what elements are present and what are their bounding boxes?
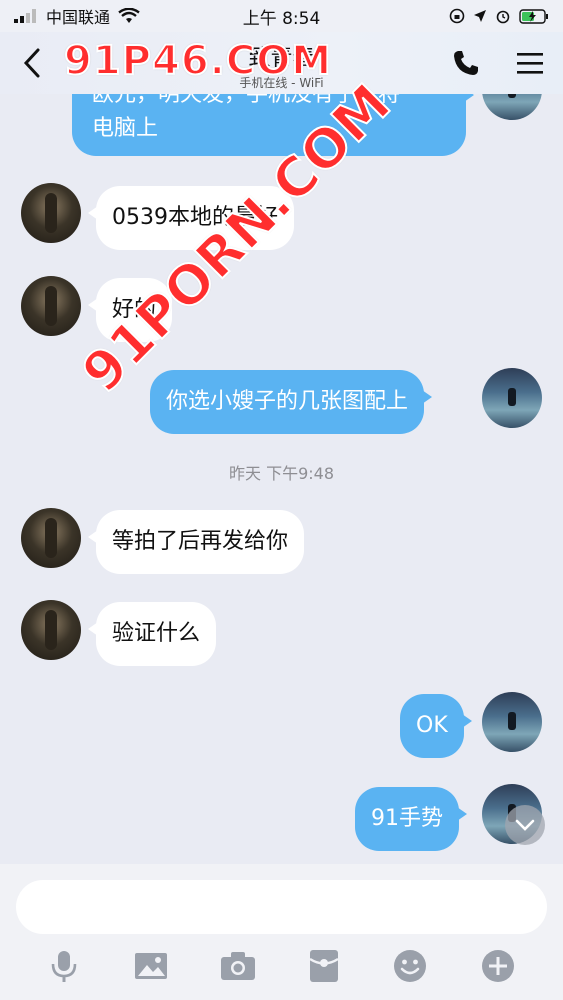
message-text: OK xyxy=(416,713,448,738)
chevron-down-icon xyxy=(515,819,535,831)
message-text: 你选小嫂子的几张图配上 xyxy=(166,389,409,414)
rotation-lock-icon xyxy=(449,8,465,24)
image-button[interactable] xyxy=(131,946,171,986)
contact-avatar[interactable] xyxy=(21,508,81,568)
location-icon xyxy=(474,10,486,22)
my-avatar[interactable] xyxy=(482,94,542,120)
emoji-icon xyxy=(394,950,426,982)
message-text: 91手势 xyxy=(371,806,443,831)
contact-avatar[interactable] xyxy=(21,600,81,660)
back-icon[interactable] xyxy=(18,46,46,80)
voice-button[interactable] xyxy=(44,946,84,986)
alarm-icon xyxy=(496,10,510,24)
message-bubble[interactable]: 91手势 xyxy=(355,787,467,851)
scroll-down-button[interactable] xyxy=(505,805,545,845)
battery-icon xyxy=(519,8,548,24)
status-right xyxy=(449,8,549,24)
message-bubble[interactable]: 等拍了后再发给你 xyxy=(87,510,305,574)
phone-icon[interactable] xyxy=(451,48,481,78)
message-text: 等拍了后再发给你 xyxy=(112,529,289,554)
red-packet-icon xyxy=(309,950,339,982)
status-time: 上午 8:54 xyxy=(242,8,321,29)
camera-icon xyxy=(221,952,255,980)
input-toolbar xyxy=(0,946,563,990)
wifi-icon xyxy=(118,8,140,23)
camera-button[interactable] xyxy=(218,946,258,986)
more-button[interactable] xyxy=(478,946,518,986)
contact-avatar[interactable] xyxy=(21,276,81,336)
menu-icon[interactable] xyxy=(515,48,545,78)
emoji-button[interactable] xyxy=(390,946,430,986)
message-bubble[interactable]: 你选小嫂子的几张图配上 xyxy=(150,370,433,434)
status-left: 中国联通 xyxy=(14,4,140,28)
contact-avatar[interactable] xyxy=(21,183,81,243)
plus-icon xyxy=(482,950,514,982)
input-area xyxy=(0,864,563,1000)
red-packet-button[interactable] xyxy=(304,946,344,986)
my-avatar[interactable] xyxy=(482,368,542,428)
status-bar: 中国联通 上午 8:54 xyxy=(0,0,563,32)
signal-icon xyxy=(14,9,36,23)
message-bubble[interactable]: OK xyxy=(400,694,472,758)
message-input[interactable] xyxy=(16,880,547,934)
message-bubble[interactable]: 验证什么 xyxy=(87,602,217,666)
my-avatar[interactable] xyxy=(482,692,542,752)
watermark-top: 91P46.COM xyxy=(63,37,333,85)
time-separator: 昨天 下午9:48 xyxy=(228,464,335,483)
message-bubble[interactable]: 欧元，明天发，手机没有了，将 电脑上 xyxy=(72,94,474,156)
carrier-label: 中国联通 xyxy=(46,8,111,27)
microphone-icon xyxy=(51,951,77,982)
message-text: 验证什么 xyxy=(112,621,201,646)
image-icon xyxy=(135,953,167,979)
